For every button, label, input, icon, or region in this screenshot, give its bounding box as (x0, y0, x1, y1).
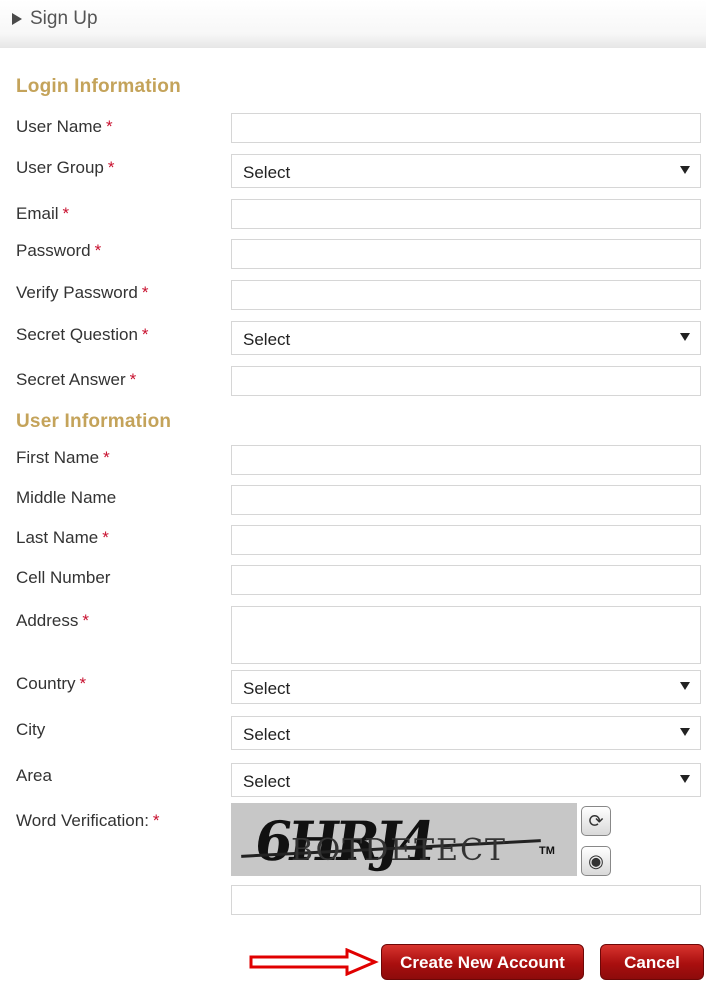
area-select[interactable]: Select (231, 763, 701, 797)
dropdown-arrow-icon (680, 682, 690, 690)
captcha-answer-input[interactable] (231, 885, 701, 915)
city-select-value: Select (243, 725, 291, 744)
user-group-select-value: Select (243, 163, 291, 182)
area-select-value: Select (243, 772, 291, 791)
verify-password-label: Verify Password * (16, 283, 149, 302)
address-label: Address * (16, 611, 89, 630)
user-name-input[interactable] (231, 113, 701, 143)
dropdown-arrow-icon (680, 166, 690, 174)
word-verification-label: Word Verification: * (16, 811, 160, 830)
required-asterisk: * (141, 325, 149, 344)
required-asterisk: * (129, 370, 137, 389)
dropdown-arrow-icon (680, 728, 690, 736)
middle-name-label: Middle Name (16, 488, 117, 507)
cell-number-label: Cell Number (16, 568, 111, 587)
user-group-label: User Group * (16, 158, 115, 177)
captcha-tm: TM (539, 845, 555, 857)
password-input[interactable] (231, 239, 701, 269)
user-name-label: User Name * (16, 117, 113, 136)
secret-answer-label: Secret Answer * (16, 370, 137, 389)
area-label: Area (16, 766, 52, 785)
secret-question-select-value: Select (243, 330, 291, 349)
country-label: Country * (16, 674, 87, 693)
required-asterisk: * (94, 241, 102, 260)
required-asterisk: * (62, 204, 70, 223)
red-arrow-icon (249, 948, 379, 976)
password-label: Password * (16, 241, 102, 260)
speaker-icon[interactable]: ◉ (581, 846, 611, 876)
verify-password-input[interactable] (231, 280, 701, 310)
section-user-information: User Information (16, 411, 172, 432)
required-asterisk: * (79, 674, 87, 693)
first-name-label: First Name * (16, 448, 110, 467)
cancel-button[interactable]: Cancel (600, 944, 704, 980)
cell-number-input[interactable] (231, 565, 701, 595)
required-asterisk: * (82, 611, 89, 630)
city-select[interactable]: Select (231, 716, 701, 750)
page-title: Sign Up (30, 8, 98, 29)
dropdown-arrow-icon (680, 333, 690, 341)
page-header: Sign Up (0, 0, 706, 48)
secret-answer-input[interactable] (231, 366, 701, 396)
first-name-input[interactable] (231, 445, 701, 475)
country-select-value: Select (243, 679, 291, 698)
user-group-select[interactable]: Select (231, 154, 701, 188)
required-asterisk: * (105, 117, 113, 136)
last-name-input[interactable] (231, 525, 701, 555)
required-asterisk: * (102, 528, 109, 547)
dropdown-arrow-icon (680, 775, 690, 783)
secret-question-select[interactable]: Select (231, 321, 701, 355)
middle-name-input[interactable] (231, 485, 701, 515)
play-triangle-icon (12, 13, 22, 25)
city-label: City (16, 720, 46, 739)
email-input[interactable] (231, 199, 701, 229)
create-account-button[interactable]: Create New Account (381, 944, 584, 980)
last-name-label: Last Name * (16, 528, 109, 547)
required-asterisk: * (141, 283, 149, 302)
address-textarea[interactable] (231, 606, 701, 664)
email-label: Email * (16, 204, 70, 223)
required-asterisk: * (152, 811, 160, 830)
required-asterisk: * (103, 448, 110, 467)
captcha-overlay-text: BOTDETECT (291, 833, 508, 868)
secret-question-label: Secret Question * (16, 325, 149, 344)
section-login-information: Login Information (16, 76, 181, 97)
country-select[interactable]: Select (231, 670, 701, 704)
captcha-image: 6HRJ4 BOTDETECT TM (231, 803, 577, 876)
required-asterisk: * (107, 158, 115, 177)
refresh-icon[interactable]: ⟳ (581, 806, 611, 836)
